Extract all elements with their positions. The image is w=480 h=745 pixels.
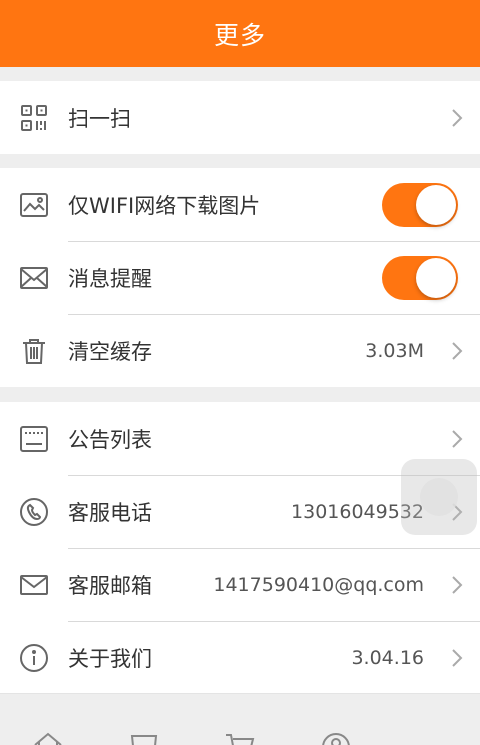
message-reminder-label: 消息提醒 — [68, 266, 152, 291]
info-section: 公告列表 客服电话 13016049532 客服邮箱 1417590410@qq… — [0, 402, 480, 694]
mail-icon — [0, 241, 68, 314]
scan-label: 扫一扫 — [68, 106, 131, 131]
wifi-image-download-label: 仅WIFI网络下载图片 — [68, 193, 261, 218]
customer-email-label: 客服邮箱 — [68, 573, 152, 598]
clear-cache-row[interactable]: 清空缓存 3.03M — [0, 314, 480, 387]
message-reminder-row: 消息提醒 — [0, 241, 480, 314]
info-icon — [0, 621, 68, 694]
clear-cache-label: 清空缓存 — [68, 339, 152, 364]
phone-icon — [0, 475, 68, 548]
customer-email-value: 1417590410@qq.com — [213, 573, 424, 596]
qr-code-icon — [0, 81, 68, 154]
toggle-knob — [416, 184, 456, 225]
message-reminder-toggle[interactable] — [382, 255, 458, 300]
header-bar: 更多 — [0, 0, 480, 67]
bottom-tab-bar — [0, 693, 480, 745]
notice-board-icon — [0, 402, 68, 475]
app-version-value: 3.04.16 — [351, 646, 424, 669]
home-icon[interactable] — [32, 731, 64, 745]
wifi-image-download-row: 仅WIFI网络下载图片 — [0, 168, 480, 241]
wifi-image-toggle[interactable] — [382, 182, 458, 227]
cart-icon[interactable] — [224, 731, 256, 745]
cache-size-value: 3.03M — [365, 339, 424, 362]
chevron-right-icon — [434, 621, 480, 694]
about-us-label: 关于我们 — [68, 646, 152, 671]
chevron-right-icon — [434, 314, 480, 387]
page-title: 更多 — [213, 20, 266, 50]
chevron-right-icon — [434, 81, 480, 154]
assistive-button-core — [420, 478, 458, 516]
toggle-knob — [416, 257, 456, 298]
about-us-row[interactable]: 关于我们 3.04.16 — [0, 621, 480, 694]
image-icon — [0, 168, 68, 241]
scan-section: 扫一扫 — [0, 81, 480, 154]
user-icon[interactable] — [320, 731, 352, 745]
category-icon[interactable] — [128, 731, 160, 745]
envelope-icon — [0, 548, 68, 621]
chevron-right-icon — [434, 548, 480, 621]
notice-list-label: 公告列表 — [68, 427, 152, 452]
settings-section: 仅WIFI网络下载图片 消息提醒 清空缓存 3.03M — [0, 168, 480, 387]
trash-icon — [0, 314, 68, 387]
scan-row[interactable]: 扫一扫 — [0, 81, 480, 154]
customer-phone-label: 客服电话 — [68, 500, 152, 525]
customer-email-row[interactable]: 客服邮箱 1417590410@qq.com — [0, 548, 480, 621]
floating-assistive-button[interactable] — [401, 459, 477, 535]
